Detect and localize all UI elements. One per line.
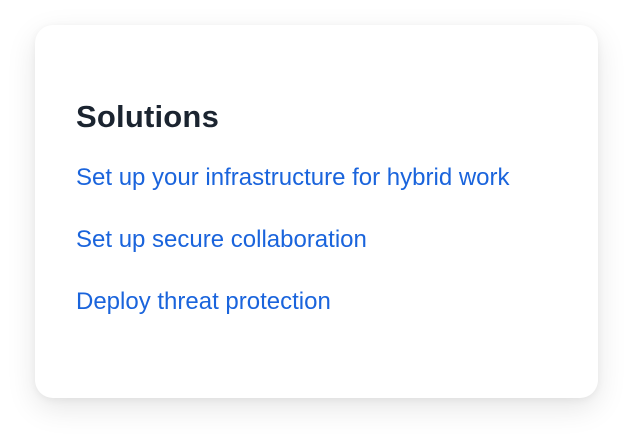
link-threat-protection[interactable]: Deploy threat protection	[76, 283, 331, 321]
list-item: Set up secure collaboration	[76, 221, 598, 259]
solutions-card: Solutions Set up your infrastructure for…	[35, 25, 598, 398]
link-secure-collaboration[interactable]: Set up secure collaboration	[76, 221, 367, 259]
link-hybrid-work-infrastructure[interactable]: Set up your infrastructure for hybrid wo…	[76, 159, 510, 197]
list-item: Deploy threat protection	[76, 283, 598, 321]
solutions-link-list: Set up your infrastructure for hybrid wo…	[76, 159, 598, 321]
card-title: Solutions	[76, 99, 220, 134]
list-item: Set up your infrastructure for hybrid wo…	[76, 159, 598, 197]
